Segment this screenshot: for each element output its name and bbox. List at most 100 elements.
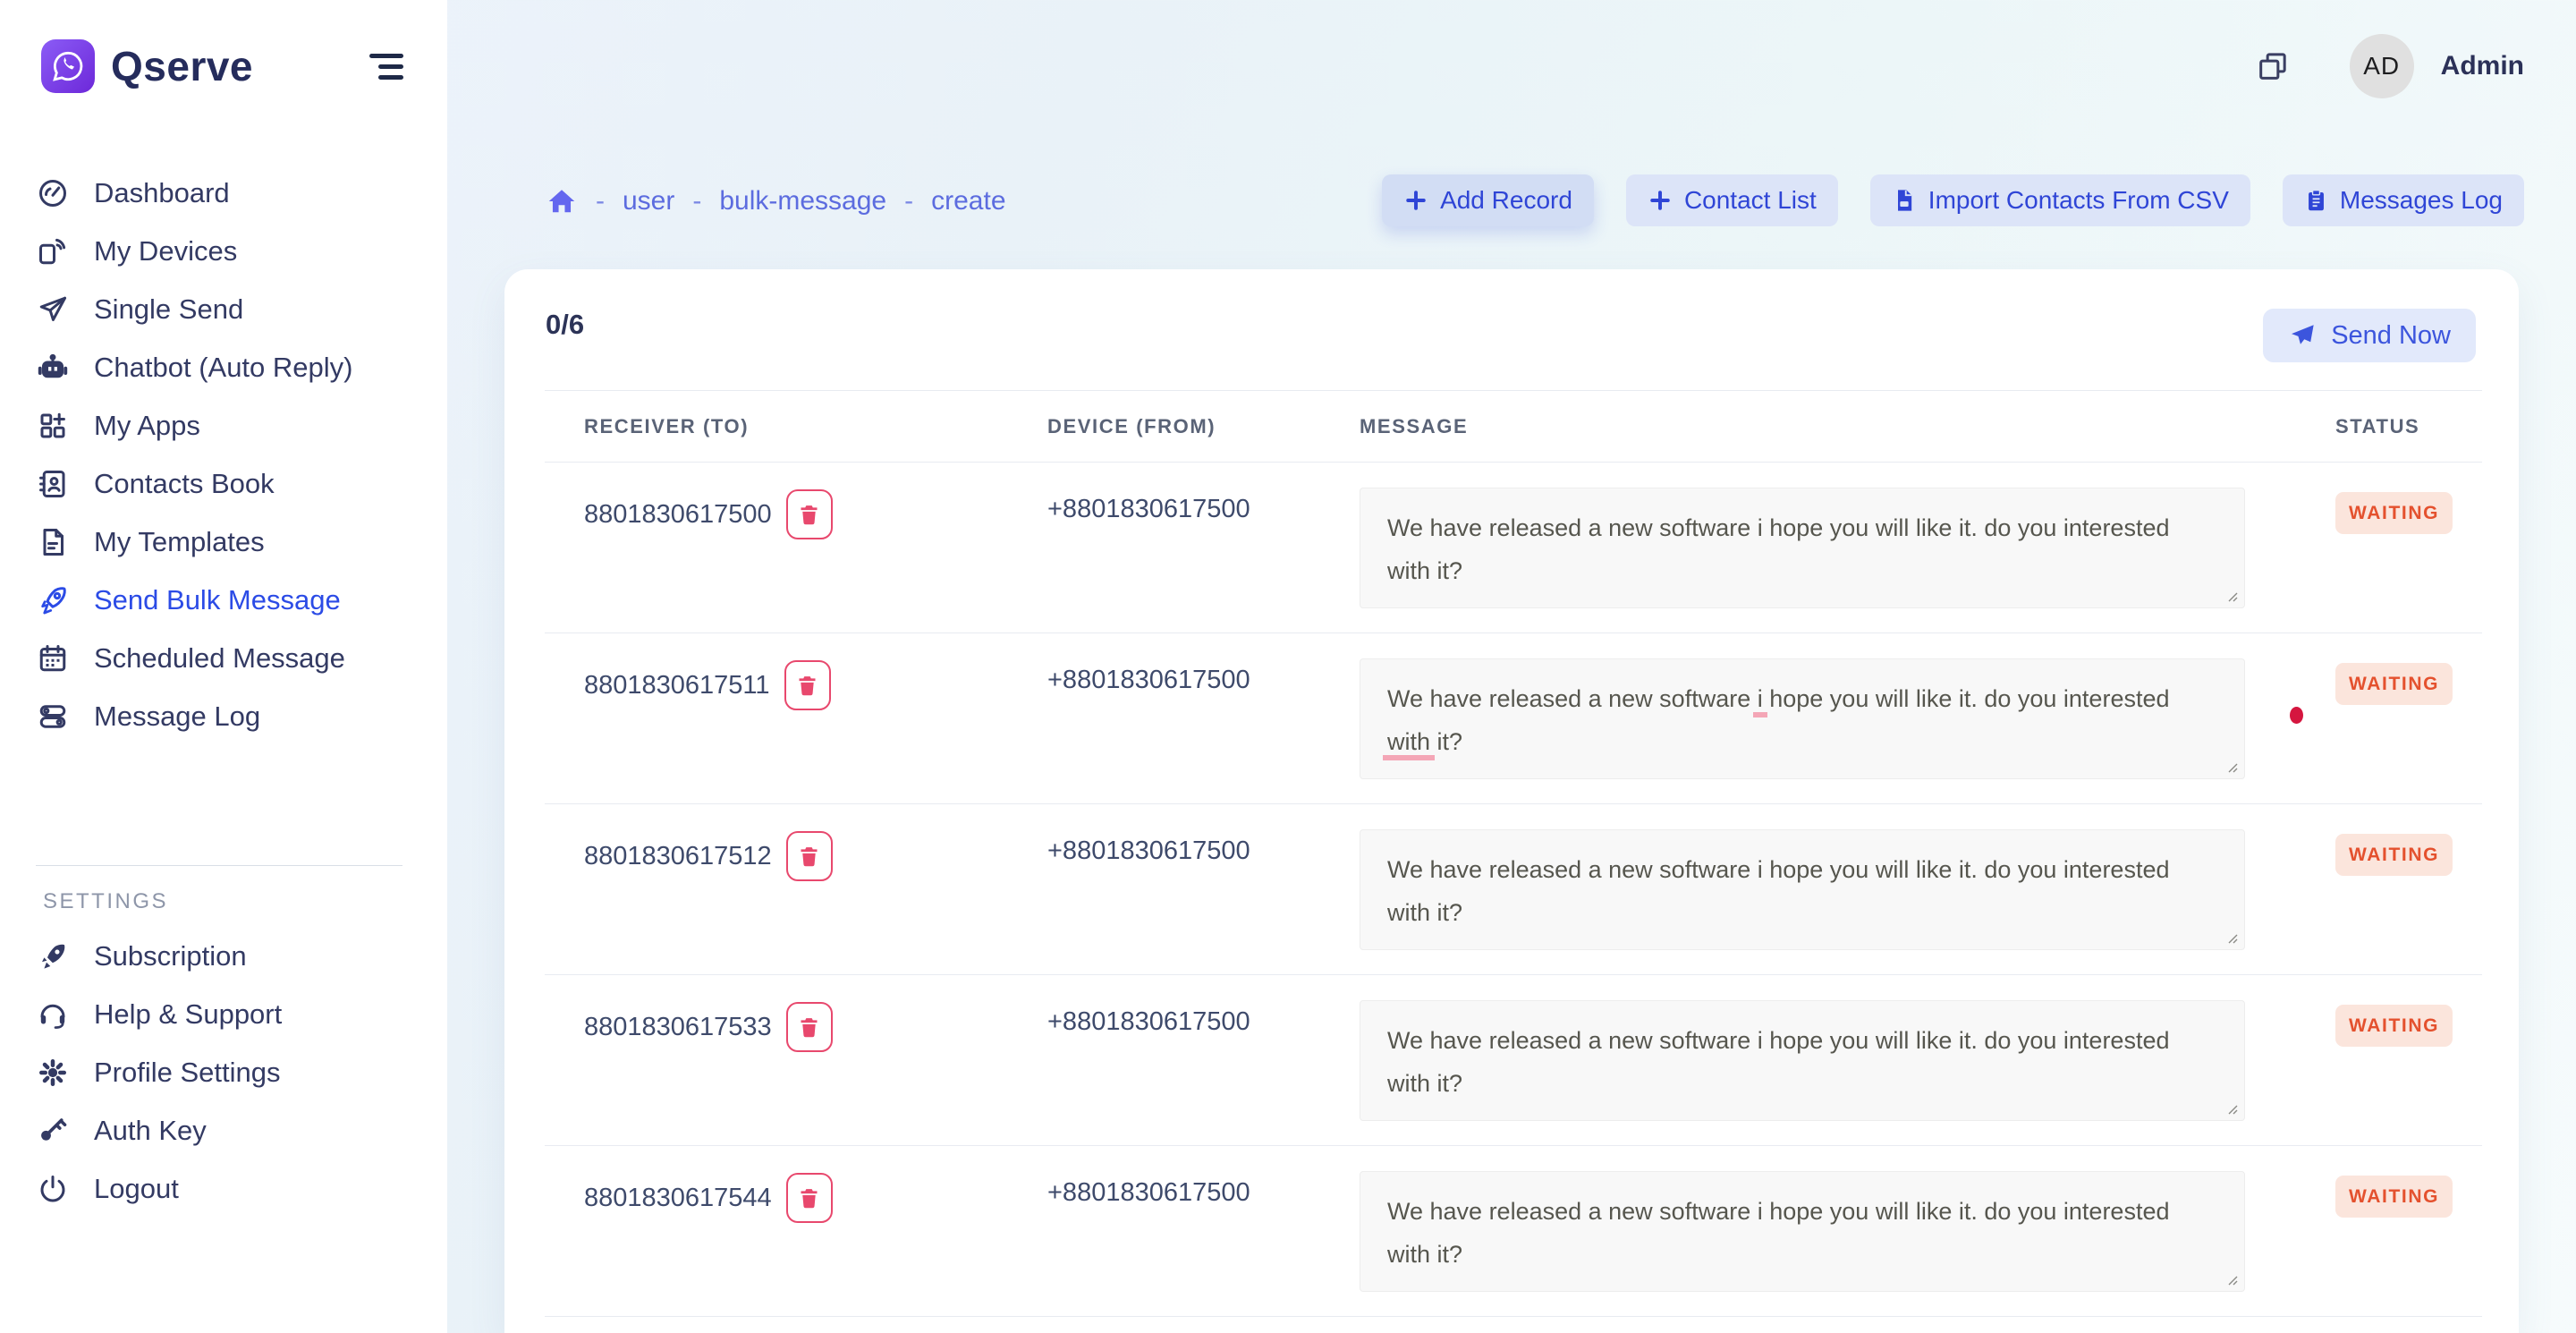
sidebar-item-label: Profile Settings [94,1057,281,1089]
sidebar-item-logout[interactable]: Logout [0,1159,447,1218]
receiver-cell: 8801830617511 [545,660,1047,710]
sidebar-item-my-devices[interactable]: My Devices [0,222,447,280]
breadcrumb-separator: - [692,186,701,217]
device-cell: +8801830617500 [1047,463,1360,633]
col-status: STATUS [2335,415,2482,438]
sidebar-item-send-bulk-message[interactable]: Send Bulk Message [0,571,447,629]
receiver-number: 8801830617533 [584,1013,772,1042]
message-textarea[interactable]: We have released a new software i hope y… [1360,1171,2245,1292]
receiver-cell: 8801830617500 [545,489,1047,539]
sidebar-item-label: Subscription [94,940,247,972]
avatar[interactable]: AD [2350,34,2414,98]
delete-row-button[interactable] [784,660,831,710]
table-header-row: RECEIVER (TO) DEVICE (FROM) MESSAGE STAT… [545,390,2482,463]
messages-log-button[interactable]: Messages Log [2283,174,2524,226]
receiver-number: 8801830617512 [584,842,772,871]
topbar-user-area: AD Admin [2255,0,2524,132]
power-icon [36,1172,70,1206]
csv-file-icon [1892,187,1917,214]
sidebar-item-label: Contacts Book [94,468,275,500]
sidebar-item-help-support[interactable]: Help & Support [0,985,447,1043]
sidebar-item-label: Auth Key [94,1115,207,1147]
message-log-icon [36,700,70,734]
message-cell: We have released a new software i hope y… [1360,633,2335,803]
delete-row-button[interactable] [786,1173,833,1223]
contact-list-button[interactable]: Contact List [1626,174,1838,226]
gear-icon [36,1056,70,1090]
table-row: 8801830617500 +8801830617500 We have rel… [545,463,2482,633]
sidebar-item-label: My Apps [94,410,200,442]
grammar-indicator-dot [2290,707,2303,724]
message-cell: We have released a new software i hope y… [1360,975,2335,1145]
spellcheck-underline: i [1753,685,1767,717]
receiver-number: 8801830617544 [584,1184,772,1213]
import-csv-button[interactable]: Import Contacts From CSV [1870,174,2250,226]
clipboard-icon [2304,187,2328,214]
resize-handle-icon[interactable] [2226,932,2239,945]
resize-handle-icon[interactable] [2226,1103,2239,1116]
delete-row-button[interactable] [786,489,833,539]
sidebar-item-label: Single Send [94,293,243,326]
sidebar-item-label: Send Bulk Message [94,584,341,616]
home-icon[interactable] [546,185,578,217]
add-record-button[interactable]: Add Record [1382,174,1594,226]
message-textarea[interactable]: We have released a new software i hope y… [1360,829,2245,950]
sidebar-item-profile-settings[interactable]: Profile Settings [0,1043,447,1101]
sidebar-item-label: My Templates [94,526,265,558]
sidebar-item-auth-key[interactable]: Auth Key [0,1101,447,1159]
status-badge: WAITING [2335,1005,2453,1047]
table-row: 8801830617533 +8801830617500 We have rel… [545,975,2482,1146]
settings-section-label: SETTINGS [43,889,447,914]
plus-icon [1648,188,1673,213]
calendar-icon [36,641,70,675]
breadcrumb-bulk-message[interactable]: bulk-message [719,186,886,217]
windows-copy-icon[interactable] [2255,48,2291,84]
status-cell: WAITING [2335,975,2482,1145]
sidebar-item-single-send[interactable]: Single Send [0,280,447,338]
subscription-icon [36,939,70,973]
table-row-partial [545,1317,2482,1333]
resize-handle-icon[interactable] [2226,761,2239,774]
status-cell: WAITING [2335,1146,2482,1316]
sidebar-item-contacts-book[interactable]: Contacts Book [0,454,447,513]
delete-row-button[interactable] [786,831,833,881]
device-number: +8801830617500 [1047,836,1250,865]
sidebar-item-chatbot-auto-reply[interactable]: Chatbot (Auto Reply) [0,338,447,396]
send-now-button[interactable]: Send Now [2263,309,2476,362]
device-cell: +8801830617500 [1047,975,1360,1145]
table-row: 8801830617544 +8801830617500 We have rel… [545,1146,2482,1317]
rocket-icon [36,583,70,617]
sidebar-item-label: Message Log [94,700,260,733]
sidebar-toggle-hamburger-icon[interactable] [369,51,407,81]
sidebar-item-label: My Devices [94,235,237,267]
message-textarea[interactable]: We have released a new software i hope y… [1360,488,2245,608]
sidebar-item-label: Chatbot (Auto Reply) [94,352,352,384]
breadcrumb: - user - bulk-message - create [546,175,1006,227]
breadcrumb-separator: - [596,186,605,217]
device-number: +8801830617500 [1047,1178,1250,1207]
trash-icon [795,673,819,699]
receiver-number: 8801830617500 [584,500,772,530]
contacts-book-icon [36,467,70,501]
delete-row-button[interactable] [786,1002,833,1052]
breadcrumb-create[interactable]: create [931,186,1005,217]
message-textarea[interactable]: We have released a new software i hope y… [1360,1000,2245,1121]
message-textarea[interactable]: We have released a new software i hope y… [1360,658,2245,779]
brand-name: Qserve [111,42,253,90]
sidebar-item-my-apps[interactable]: My Apps [0,396,447,454]
device-cell: +8801830617500 [1047,1146,1360,1316]
templates-icon [36,525,70,559]
chatbot-icon [36,351,70,385]
sidebar-item-label: Dashboard [94,177,230,209]
sidebar-item-message-log[interactable]: Message Log [0,687,447,745]
sidebar-settings-nav: Subscription Help & Support Profile Settin… [0,927,447,1218]
resize-handle-icon[interactable] [2226,1274,2239,1286]
breadcrumb-user[interactable]: user [623,186,674,217]
sidebar-item-subscription[interactable]: Subscription [0,927,447,985]
status-cell: WAITING [2335,633,2482,803]
resize-handle-icon[interactable] [2226,590,2239,603]
sidebar-item-scheduled-message[interactable]: Scheduled Message [0,629,447,687]
sidebar-item-my-templates[interactable]: My Templates [0,513,447,571]
sidebar-item-dashboard[interactable]: Dashboard [0,164,447,222]
status-badge: WAITING [2335,1176,2453,1218]
